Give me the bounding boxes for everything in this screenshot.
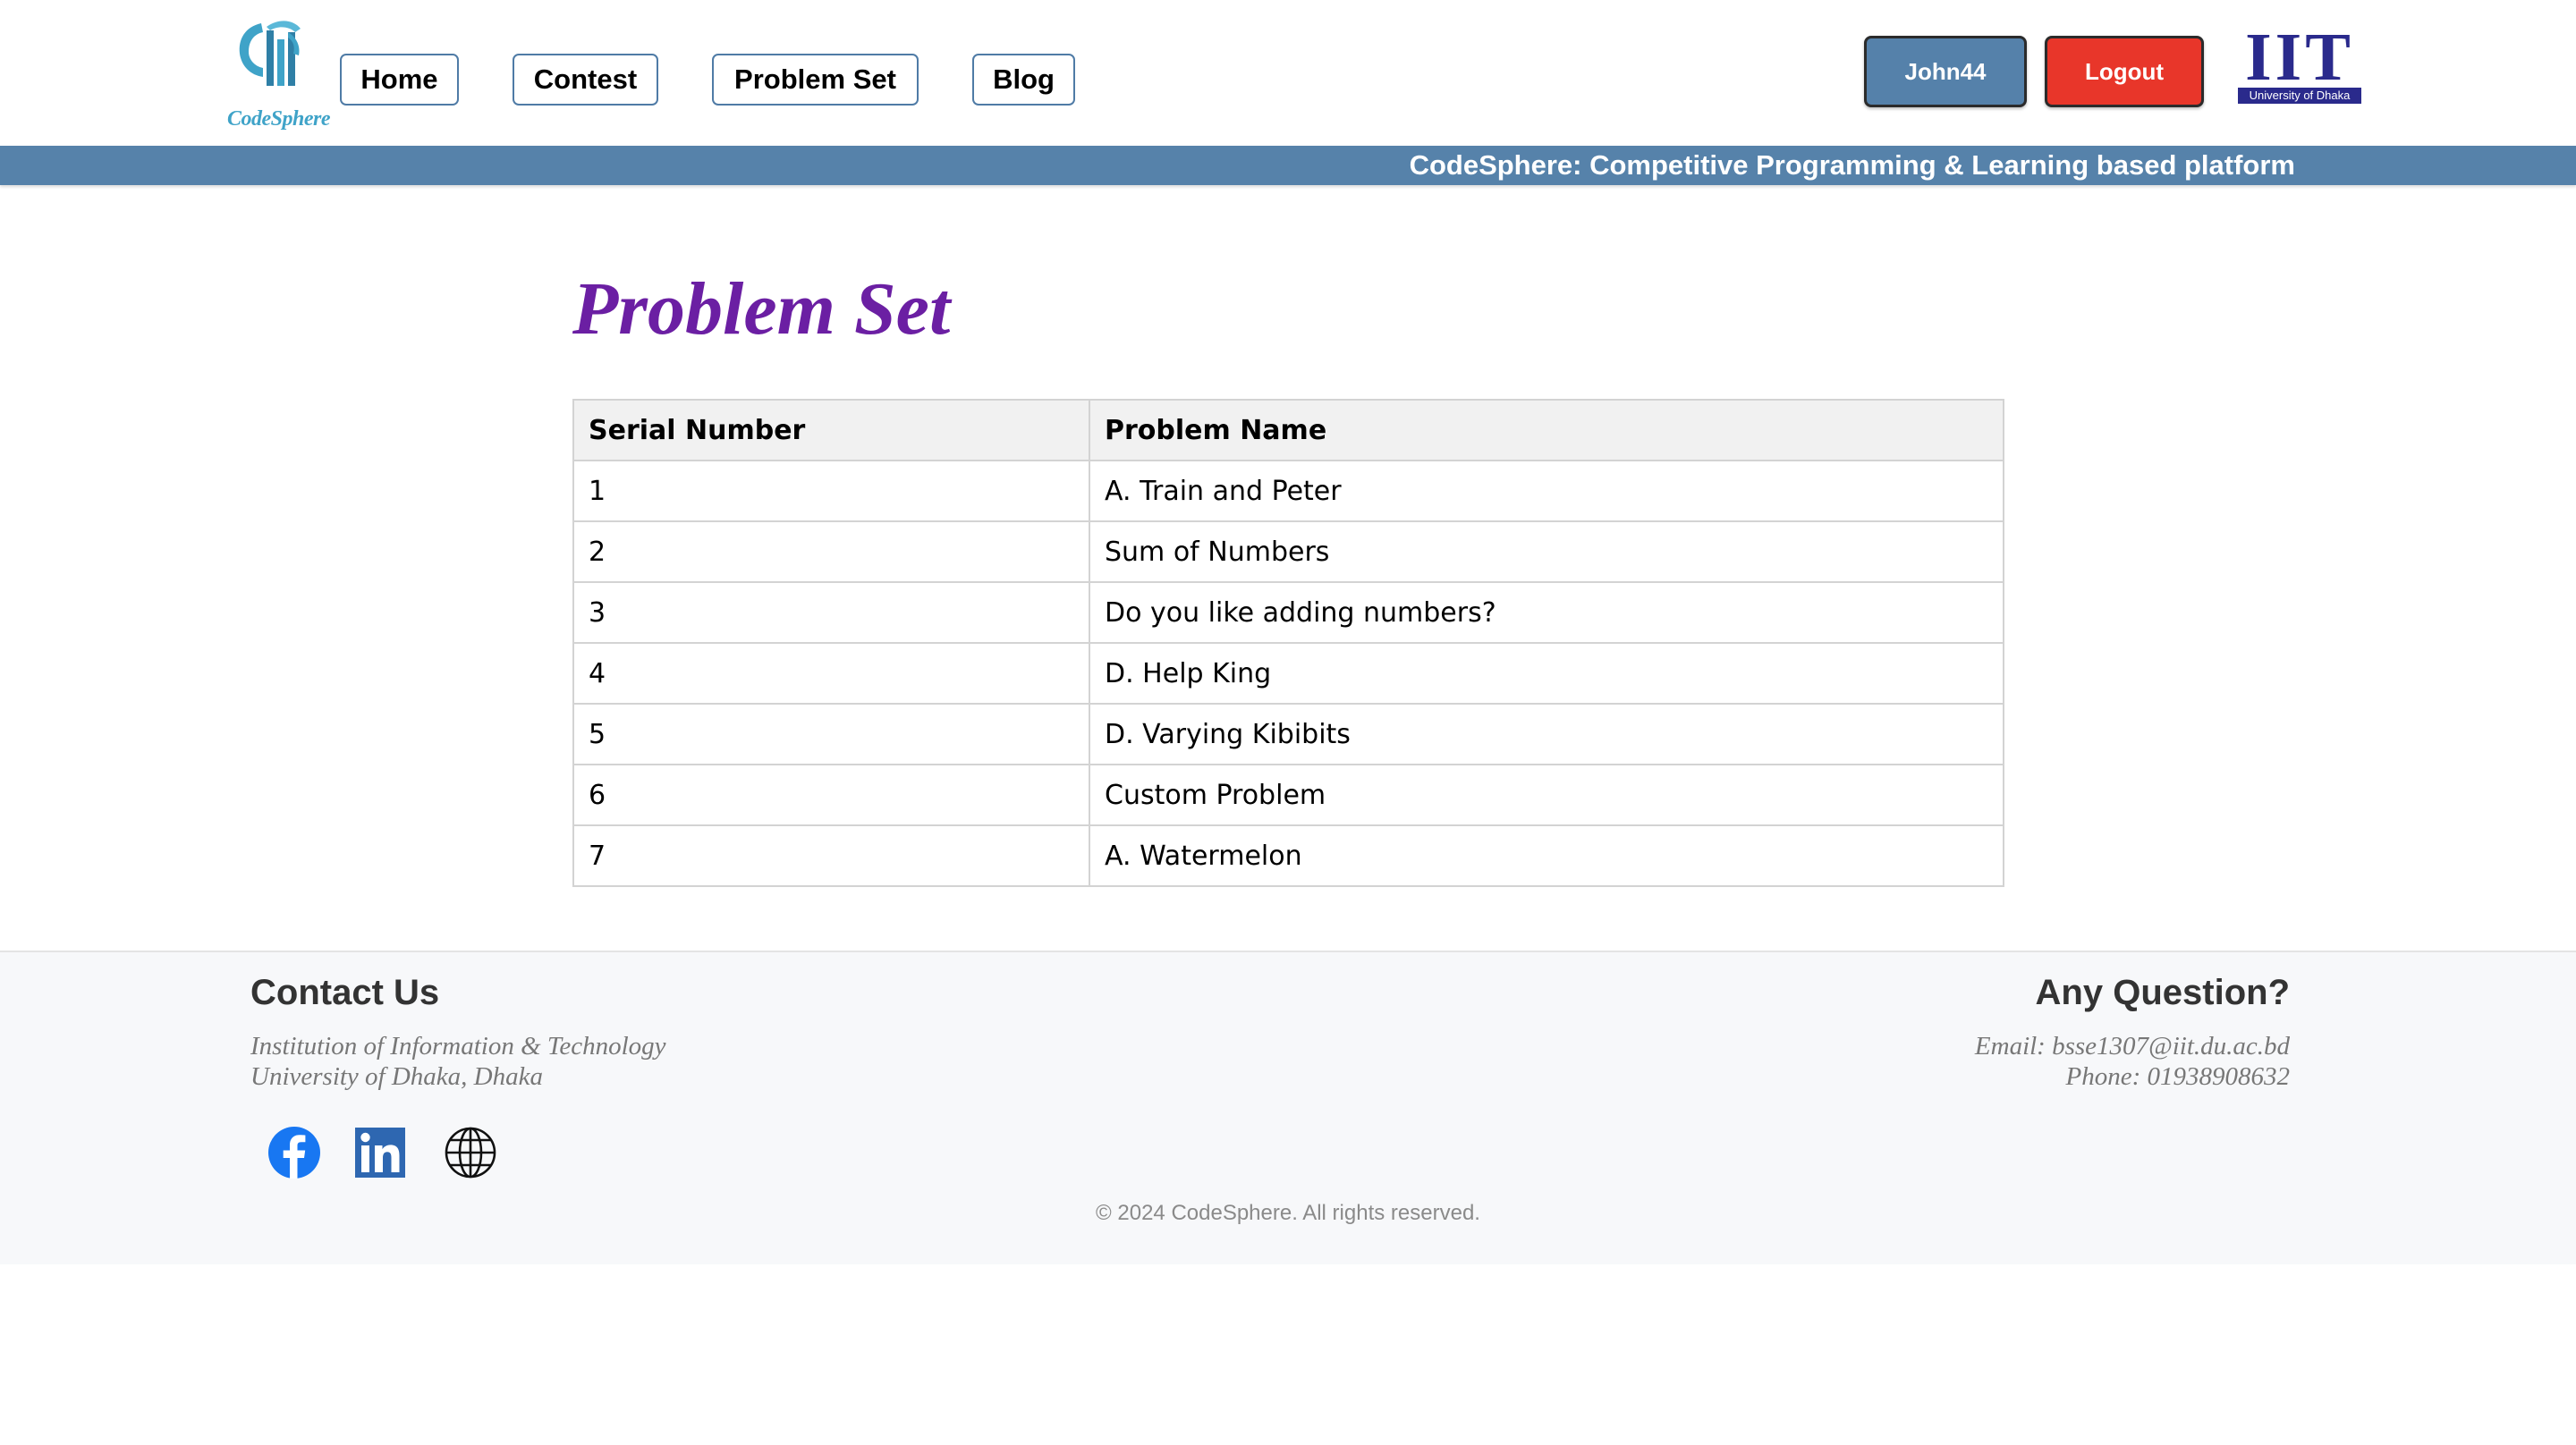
- address-line-2: University of Dhaka, Dhaka: [250, 1062, 543, 1091]
- table-row[interactable]: 5 D. Varying Kibibits: [572, 703, 2004, 765]
- problem-name-link[interactable]: A. Train and Peter: [1089, 460, 2004, 522]
- banner-text: CodeSphere: Competitive Programming & Le…: [1409, 149, 2295, 181]
- linkedin-icon[interactable]: [354, 1124, 406, 1181]
- serial-cell: 1: [572, 460, 1090, 522]
- site-footer: Contact Us Institution of Information & …: [0, 951, 2576, 1264]
- problem-name-link[interactable]: Custom Problem: [1089, 764, 2004, 826]
- site-banner: CodeSphere: Competitive Programming & Le…: [0, 146, 2576, 185]
- serial-cell: 7: [572, 824, 1090, 887]
- serial-cell: 3: [572, 581, 1090, 644]
- serial-cell: 2: [572, 520, 1090, 583]
- contact-email[interactable]: Email: bsse1307@iit.du.ac.bd: [1975, 1031, 2290, 1061]
- iit-logo: IIT University of Dhaka: [2236, 23, 2363, 109]
- table-row[interactable]: 4 D. Help King: [572, 642, 2004, 705]
- logout-button[interactable]: Logout: [2045, 36, 2204, 107]
- user-profile-button[interactable]: John44: [1864, 36, 2027, 107]
- site-header: CodeSphere Home Contest Problem Set Blog…: [0, 0, 2576, 146]
- copyright-text: © 2024 CodeSphere. All rights reserved.: [1096, 1201, 1480, 1225]
- table-row[interactable]: 6 Custom Problem: [572, 764, 2004, 826]
- table-row[interactable]: 2 Sum of Numbers: [572, 520, 2004, 583]
- serial-cell: 5: [572, 703, 1090, 765]
- address-line-1: Institution of Information & Technology: [250, 1032, 666, 1061]
- logo-text: CodeSphere: [227, 107, 331, 131]
- problem-table: Serial Number Problem Name 1 A. Train an…: [572, 399, 2004, 887]
- codesphere-logo[interactable]: CodeSphere: [225, 14, 338, 131]
- iit-logo-letters: IIT: [2245, 20, 2354, 95]
- nav-problem-set-button[interactable]: Problem Set: [712, 54, 919, 106]
- column-header-serial: Serial Number: [572, 399, 1090, 461]
- table-row[interactable]: 1 A. Train and Peter: [572, 460, 2004, 522]
- globe-icon[interactable]: [444, 1124, 497, 1181]
- table-header-row: Serial Number Problem Name: [572, 399, 2004, 461]
- problem-name-link[interactable]: D. Help King: [1089, 642, 2004, 705]
- problem-name-link[interactable]: Do you like adding numbers?: [1089, 581, 2004, 644]
- serial-cell: 4: [572, 642, 1090, 705]
- nav-home-button[interactable]: Home: [340, 54, 459, 106]
- problem-name-link[interactable]: A. Watermelon: [1089, 824, 2004, 887]
- facebook-icon[interactable]: [267, 1124, 322, 1181]
- serial-cell: 6: [572, 764, 1090, 826]
- question-title: Any Question?: [2035, 973, 2290, 1012]
- contact-phone: Phone: 01938908632: [2065, 1062, 2291, 1091]
- logo-mark-icon: [239, 21, 301, 86]
- contact-title: Contact Us: [250, 973, 440, 1012]
- table-row[interactable]: 7 A. Watermelon: [572, 824, 2004, 887]
- iit-logo-subtitle: University of Dhaka: [2238, 88, 2361, 104]
- problem-name-link[interactable]: D. Varying Kibibits: [1089, 703, 2004, 765]
- table-row[interactable]: 3 Do you like adding numbers?: [572, 581, 2004, 644]
- column-header-problem-name: Problem Name: [1089, 399, 2004, 461]
- nav-blog-button[interactable]: Blog: [972, 54, 1075, 106]
- page-title: Problem Set: [572, 267, 951, 351]
- nav-contest-button[interactable]: Contest: [513, 54, 658, 106]
- problem-name-link[interactable]: Sum of Numbers: [1089, 520, 2004, 583]
